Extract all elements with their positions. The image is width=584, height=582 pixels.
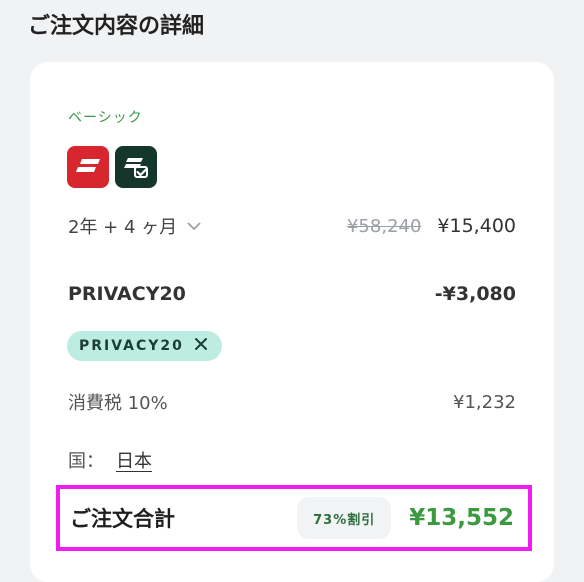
order-total-price: ¥13,552 [409, 505, 514, 531]
order-total-row: ご注文合計 73%割引 ¥13,552 [56, 485, 532, 551]
expressvpn-app-icon [67, 146, 109, 188]
tax-label: 消費税 10% [68, 393, 168, 414]
duration-row: 2年 + 4 ヶ月 ¥58,240 ¥15,400 [68, 212, 516, 240]
duration-select[interactable]: 2年 + 4 ヶ月 [68, 213, 201, 239]
country-label: 国： [68, 451, 104, 472]
close-icon[interactable] [194, 337, 208, 355]
coupon-chip-label: PRIVACY20 [79, 338, 184, 354]
coupon-discount: -¥3,080 [434, 283, 516, 305]
country-link[interactable]: 日本 [116, 447, 152, 473]
coupon-row: PRIVACY20 -¥3,080 [68, 279, 516, 309]
chevron-down-icon [187, 221, 201, 231]
plan-label: ベーシック [68, 110, 143, 126]
tax-amount: ¥1,232 [453, 391, 516, 413]
tax-row: 消費税 10% ¥1,232 [68, 387, 516, 417]
coupon-chip[interactable]: PRIVACY20 [67, 331, 222, 361]
discount-badge: 73%割引 [297, 497, 392, 539]
plan-price: ¥15,400 [437, 215, 516, 237]
order-total-label: ご注文合計 [70, 507, 175, 531]
page-title: ご注文内容の詳細 [28, 14, 205, 39]
country-row: 国： 日本 [68, 445, 516, 475]
coupon-code-label: PRIVACY20 [68, 283, 186, 305]
app-icons [67, 146, 157, 188]
keys-app-icon [115, 146, 157, 188]
original-price: ¥58,240 [346, 215, 422, 237]
duration-value: 2年 + 4 ヶ月 [68, 217, 178, 238]
